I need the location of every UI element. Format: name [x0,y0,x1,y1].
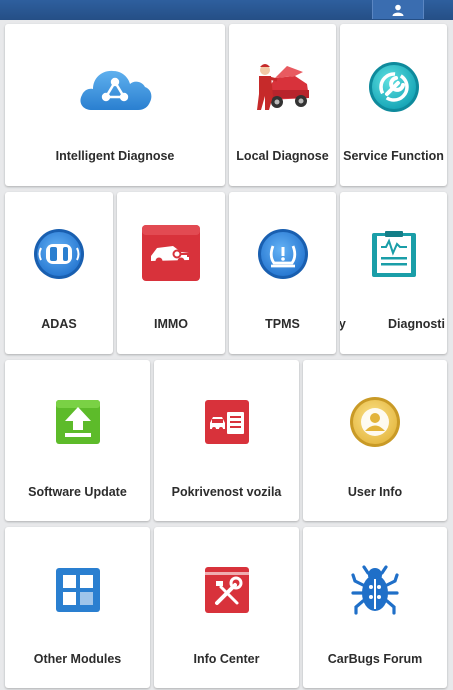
local-diagnose-tile[interactable]: Local Diagnose [229,24,336,186]
local-diagnose-label: Local Diagnose [236,149,329,163]
other-modules-tile[interactable]: Other Modules [5,527,150,688]
intelligent-diagnose-tile[interactable]: Intelligent Diagnose [5,24,225,186]
tools-book-icon [204,567,249,613]
other-modules-label: Other Modules [33,652,122,666]
user-icon [392,4,404,16]
info-center-tile[interactable]: Info Center [154,527,299,688]
grid-modules-icon [55,568,100,612]
carbugs-forum-label: CarBugs Forum [327,652,423,666]
software-update-label: Software Update [28,485,127,499]
tpms-tile[interactable]: TPMS [229,192,336,354]
immo-tile[interactable]: IMMO [117,192,225,354]
tire-pressure-icon [257,229,308,279]
bug-icon [351,565,399,615]
software-update-tile[interactable]: Software Update [5,360,150,521]
wrench-gear-icon [368,62,419,112]
service-function-label: Service Function [343,149,444,163]
carbugs-forum-tile[interactable]: CarBugs Forum [303,527,447,688]
intelligent-diagnose-label: Intelligent Diagnose [55,149,175,163]
car-key-icon [142,225,200,281]
user-button[interactable] [372,0,424,19]
adas-label: ADAS [41,317,77,331]
user-circle-icon [350,397,400,447]
info-center-label: Info Center [193,652,260,666]
clipboard-report-icon [371,231,416,277]
diagnostic-partial-label: Diagnosti [388,317,445,331]
tpms-label: TPMS [265,317,300,331]
vehicle-coverage-tile[interactable]: Pokrivenost vozila [154,360,299,521]
vehicle-coverage-label: Pokrivenost vozila [171,485,282,499]
mechanic-car-icon [256,64,309,110]
adas-tile[interactable]: ADAS [5,192,113,354]
diagnostic-history-tile[interactable]: ry Diagnosti [340,192,447,354]
user-info-label: User Info [347,485,403,499]
user-info-tile[interactable]: User Info [303,360,447,521]
service-function-tile[interactable]: Service Function [340,24,447,186]
top-bar [0,0,453,20]
upload-arrow-icon [55,400,100,444]
immo-label: IMMO [153,317,189,331]
cloud-network-icon [80,70,152,110]
car-list-icon [204,400,249,444]
car-radar-icon [34,229,84,279]
